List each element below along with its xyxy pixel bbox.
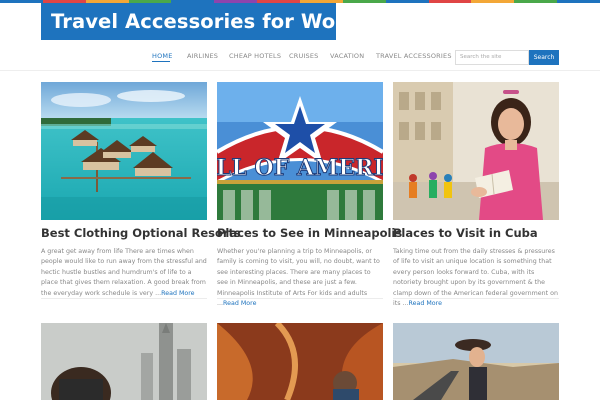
post-excerpt: A great get away from life There are tim… xyxy=(41,248,207,297)
color-strip-segment xyxy=(557,0,600,3)
post-image-cuba[interactable] xyxy=(393,82,559,220)
active-nav-indicator xyxy=(152,61,170,62)
post-image-bungalows[interactable] xyxy=(41,82,207,220)
post-title[interactable]: Places to Visit in Cuba xyxy=(393,226,559,240)
nav-item-travel-accessories[interactable]: Travel Accessories xyxy=(376,52,452,60)
search-input[interactable]: Search the site xyxy=(455,50,529,65)
svg-text:ALL OF AMERIC: ALL OF AMERIC xyxy=(217,155,383,181)
color-strip-segment xyxy=(514,0,558,3)
read-more-link[interactable]: Read More xyxy=(223,300,256,307)
post-image-road-trip[interactable] xyxy=(393,323,559,400)
nav-item-airlines[interactable]: Airlines xyxy=(187,52,218,60)
search-button[interactable]: Search xyxy=(529,50,559,65)
header-divider xyxy=(0,70,600,71)
post-card: ALL OF AMERIC Places to See in Minneapol… xyxy=(217,82,402,309)
card-divider xyxy=(217,298,383,299)
post-card: Places to Visit in Cuba Taking time out … xyxy=(393,82,559,309)
card-divider xyxy=(393,298,559,299)
read-more-link[interactable]: Read More xyxy=(409,300,442,307)
color-strip-segment xyxy=(0,0,43,3)
nav-item-cruises[interactable]: Cruises xyxy=(289,52,319,60)
color-strip-segment xyxy=(385,0,429,3)
nav-item-home[interactable]: Home xyxy=(152,52,173,60)
nav-item-vacation[interactable]: Vacation xyxy=(330,52,364,60)
color-strip-segment xyxy=(471,0,515,3)
read-more-link[interactable]: Read More xyxy=(161,290,194,297)
post-image-canyon[interactable] xyxy=(217,323,383,400)
color-strip-segment xyxy=(428,0,472,3)
post-title[interactable]: Places to See in Minneapolis xyxy=(217,226,402,240)
post-title[interactable]: Best Clothing Optional Resorts xyxy=(41,226,241,240)
site-title[interactable]: Travel Accessories for Women xyxy=(41,3,383,40)
post-excerpt: Taking time out from the daily stresses … xyxy=(393,248,558,308)
post-card: Best Clothing Optional Resorts A great g… xyxy=(41,82,241,299)
card-divider xyxy=(41,298,207,299)
post-image-city-photographer[interactable] xyxy=(41,323,207,400)
color-strip-segment xyxy=(342,0,386,3)
post-excerpt: Whether you're planning a trip to Minnea… xyxy=(217,248,380,308)
nav-item-cheap-hotels[interactable]: Cheap Hotels xyxy=(229,52,281,60)
post-image-mall-of-america[interactable]: ALL OF AMERIC xyxy=(217,82,383,220)
